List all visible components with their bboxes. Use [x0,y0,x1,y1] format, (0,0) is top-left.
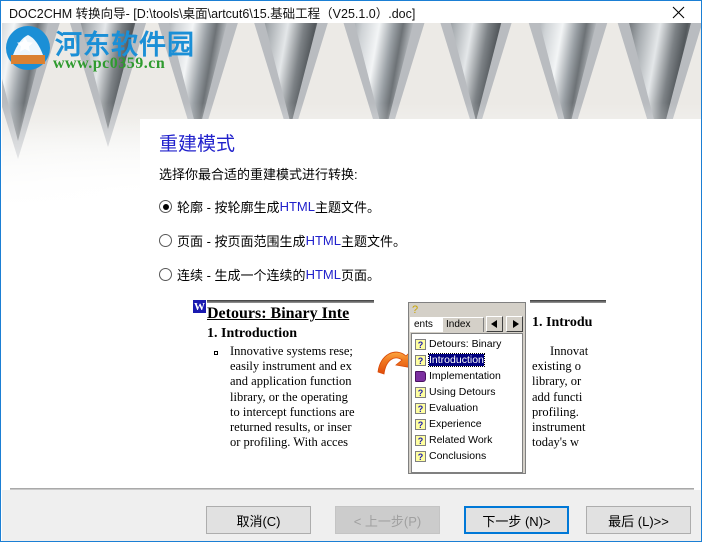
topic-line: profiling. [532,404,579,419]
tree-item-label: Related Work [429,434,493,446]
document-heading: 1. Introduction [207,326,297,341]
tab-index[interactable]: Index [442,317,484,332]
topic-heading: 1. Introdu [532,315,593,330]
document-line: to intercept functions are [230,404,355,419]
tree-item-label: Implementation [429,370,501,382]
help-page-icon: ? [415,450,426,462]
document-line: library, or the operating [230,389,348,404]
radio-label-after: 主题文件。 [314,200,380,215]
radio-label-html: HTML [305,267,341,282]
page-title: 重建模式 [159,134,236,155]
doc2chm-wizard-window: DOC2CHM 转换向导- [D:\tools\桌面\artcut6\15.基础… [0,0,702,542]
tab-scroll-right-button[interactable] [506,316,523,332]
document-bullet [214,351,218,355]
close-button[interactable] [655,1,701,23]
radio-label-html: HTML [279,199,315,214]
next-button[interactable]: 下一步 (N)> [464,506,569,534]
title-bar: DOC2CHM 转换向导- [D:\tools\桌面\artcut6\15.基础… [1,1,701,23]
document-line: easily instrument and ex [230,359,352,374]
radio-indicator [159,234,172,247]
page-subtitle: 选择你最合适的重建模式进行转换: [159,167,358,182]
topic-line: existing o [532,359,581,374]
document-rule [206,300,374,303]
chevron-left-icon [491,320,497,328]
chm-window-frame: ? ents Index ? Detours: Binary ? Introduct… [408,302,526,474]
help-page-icon: ? [415,386,426,398]
tree-item-label: Evaluation [429,402,479,414]
tree-item[interactable]: ? Using Detours [412,384,522,400]
topic-line: add functi [532,389,583,404]
radio-option-continuous[interactable]: 连续 - 生成一个连续的 HTML 页面。 [159,265,380,284]
conversion-preview-illustration: W Detours: Binary Inte 1. Introduction I… [190,294,646,476]
close-icon [672,6,684,18]
tree-item-label: Experience [429,418,482,430]
tree-item[interactable]: ? Detours: Binary [412,336,522,352]
tree-item[interactable]: ? Related Work [412,432,522,448]
tree-item[interactable]: ? Conclusions [412,448,522,464]
chm-tab-row: ? ents Index [410,304,526,332]
help-book-icon: ? [415,370,426,382]
tab-contents[interactable]: ents [410,317,444,332]
tree-item[interactable]: ? Evaluation [412,400,522,416]
topic-body: Innovat existing o library, or add funct… [532,344,588,450]
window-title: DOC2CHM 转换向导- [D:\tools\桌面\artcut6\15.基础… [9,6,416,21]
wizard-content-panel: 重建模式 选择你最合适的重建模式进行转换: 轮廓 - 按轮廓生成 HTML 主题… [140,119,701,479]
help-page-icon: ? [415,338,426,350]
tree-item[interactable]: ? Experience [412,416,522,432]
tree-item-label: Detours: Binary [429,338,502,350]
document-body: Innovative systems rese; easily instrume… [230,344,355,450]
radio-label-before: 轮廓 - 按轮廓生成 [177,200,280,215]
radio-indicator [159,268,172,281]
topic-line: library, or [532,374,582,389]
radio-label-before: 页面 - 按页面范围生成 [177,234,306,249]
previous-button: < 上一步(P) [335,506,440,534]
tree-item-label: Conclusions [429,450,487,462]
help-page-icon: ? [415,402,426,414]
radio-option-page[interactable]: 页面 - 按页面范围生成 HTML 主题文件。 [159,231,406,250]
help-question-icon: ? [412,304,419,316]
tree-item-label: Using Detours [429,386,496,398]
radio-label-before: 连续 - 生成一个连续的 [177,268,306,283]
topic-line: instrument [532,420,586,435]
tree-item-label: Introduction [428,353,485,367]
document-line: or profiling. With acces [230,435,348,450]
chevron-right-icon [513,320,519,328]
document-line: returned results, or inser [230,420,352,435]
preview-word-document: W Detours: Binary Inte 1. Introduction I… [190,294,374,476]
tree-item[interactable]: ? Introduction [412,352,522,368]
word-icon: W [192,299,207,314]
last-button[interactable]: 最后 (L)>> [586,506,691,534]
topic-rule [530,300,606,303]
tab-scroll-left-button[interactable] [486,316,503,332]
help-page-icon: ? [415,434,426,446]
wizard-footer: 取消(C) < 上一步(P) 下一步 (N)> 最后 (L)>> [2,490,701,541]
radio-option-outline[interactable]: 轮廓 - 按轮廓生成 HTML 主题文件。 [159,197,380,216]
radio-indicator [159,200,172,213]
preview-chm-viewer: ? ents Index ? Detours: Binary ? Introduct… [408,294,528,476]
radio-label-after: 页面。 [340,268,380,283]
tree-item[interactable]: ?Implementation [412,368,522,384]
cancel-button[interactable]: 取消(C) [206,506,311,534]
document-line: Innovative systems rese; [230,344,353,358]
topic-line: today's w [532,435,580,450]
document-title: Detours: Binary Inte [207,305,350,322]
help-page-icon: ? [415,354,426,366]
radio-label-html: HTML [305,233,341,248]
radio-label-after: 主题文件。 [340,234,406,249]
chm-contents-tree[interactable]: ?Detours: Binary ?Introduction ?Implemen… [411,333,523,473]
help-page-icon: ? [415,418,426,430]
topic-line: Innovat [550,344,589,358]
document-line: and application function [230,374,352,389]
preview-html-topic: 1. Introdu Innovat existing o library, o… [530,294,646,476]
